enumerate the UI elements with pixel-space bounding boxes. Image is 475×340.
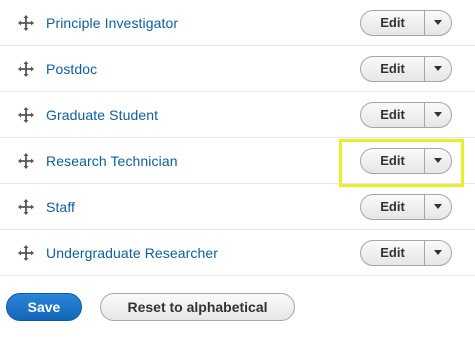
form-actions: Save Reset to alphabetical	[6, 293, 295, 321]
term-link[interactable]: Staff	[46, 199, 75, 215]
edit-dropbutton: Edit	[360, 147, 452, 174]
term-link[interactable]: Principle Investigator	[46, 15, 178, 31]
drag-handle-icon[interactable]	[18, 198, 34, 215]
term-row: Graduate Student Edit	[0, 92, 475, 138]
edit-dropbutton: Edit	[360, 55, 452, 82]
caret-down-icon	[434, 250, 442, 255]
term-row: Staff Edit	[0, 184, 475, 230]
edit-dropbutton: Edit	[360, 101, 452, 128]
term-link[interactable]: Undergraduate Researcher	[46, 245, 218, 261]
save-button[interactable]: Save	[6, 293, 82, 321]
caret-down-icon	[434, 66, 442, 71]
edit-button[interactable]: Edit	[361, 149, 424, 173]
term-link[interactable]: Postdoc	[46, 61, 97, 77]
dropdown-toggle[interactable]	[424, 56, 451, 81]
reset-alphabetical-button[interactable]: Reset to alphabetical	[100, 293, 295, 321]
edit-dropbutton: Edit	[360, 9, 452, 36]
dropdown-toggle[interactable]	[424, 148, 451, 173]
drag-handle-icon[interactable]	[18, 244, 34, 261]
term-row: Postdoc Edit	[0, 46, 475, 92]
edit-button[interactable]: Edit	[361, 103, 424, 127]
drag-handle-icon[interactable]	[18, 106, 34, 123]
edit-button[interactable]: Edit	[361, 195, 424, 219]
caret-down-icon	[434, 112, 442, 117]
caret-down-icon	[434, 204, 442, 209]
edit-button[interactable]: Edit	[361, 57, 424, 81]
drag-handle-icon[interactable]	[18, 152, 34, 169]
term-link[interactable]: Graduate Student	[46, 107, 158, 123]
dropdown-toggle[interactable]	[424, 102, 451, 127]
dropdown-toggle[interactable]	[424, 194, 451, 219]
term-link[interactable]: Research Technician	[46, 153, 178, 169]
drag-handle-icon[interactable]	[18, 14, 34, 31]
edit-dropbutton: Edit	[360, 193, 452, 220]
dropdown-toggle[interactable]	[424, 240, 451, 265]
dropdown-toggle[interactable]	[424, 10, 451, 35]
edit-button[interactable]: Edit	[361, 241, 424, 265]
term-row: Undergraduate Researcher Edit	[0, 230, 475, 276]
term-list: Principle Investigator Edit Postdoc Edit…	[0, 0, 475, 276]
caret-down-icon	[434, 20, 442, 25]
term-row: Research Technician Edit	[0, 138, 475, 184]
caret-down-icon	[434, 158, 442, 163]
edit-button[interactable]: Edit	[361, 11, 424, 35]
drag-handle-icon[interactable]	[18, 60, 34, 77]
term-row: Principle Investigator Edit	[0, 0, 475, 46]
edit-dropbutton: Edit	[360, 239, 452, 266]
